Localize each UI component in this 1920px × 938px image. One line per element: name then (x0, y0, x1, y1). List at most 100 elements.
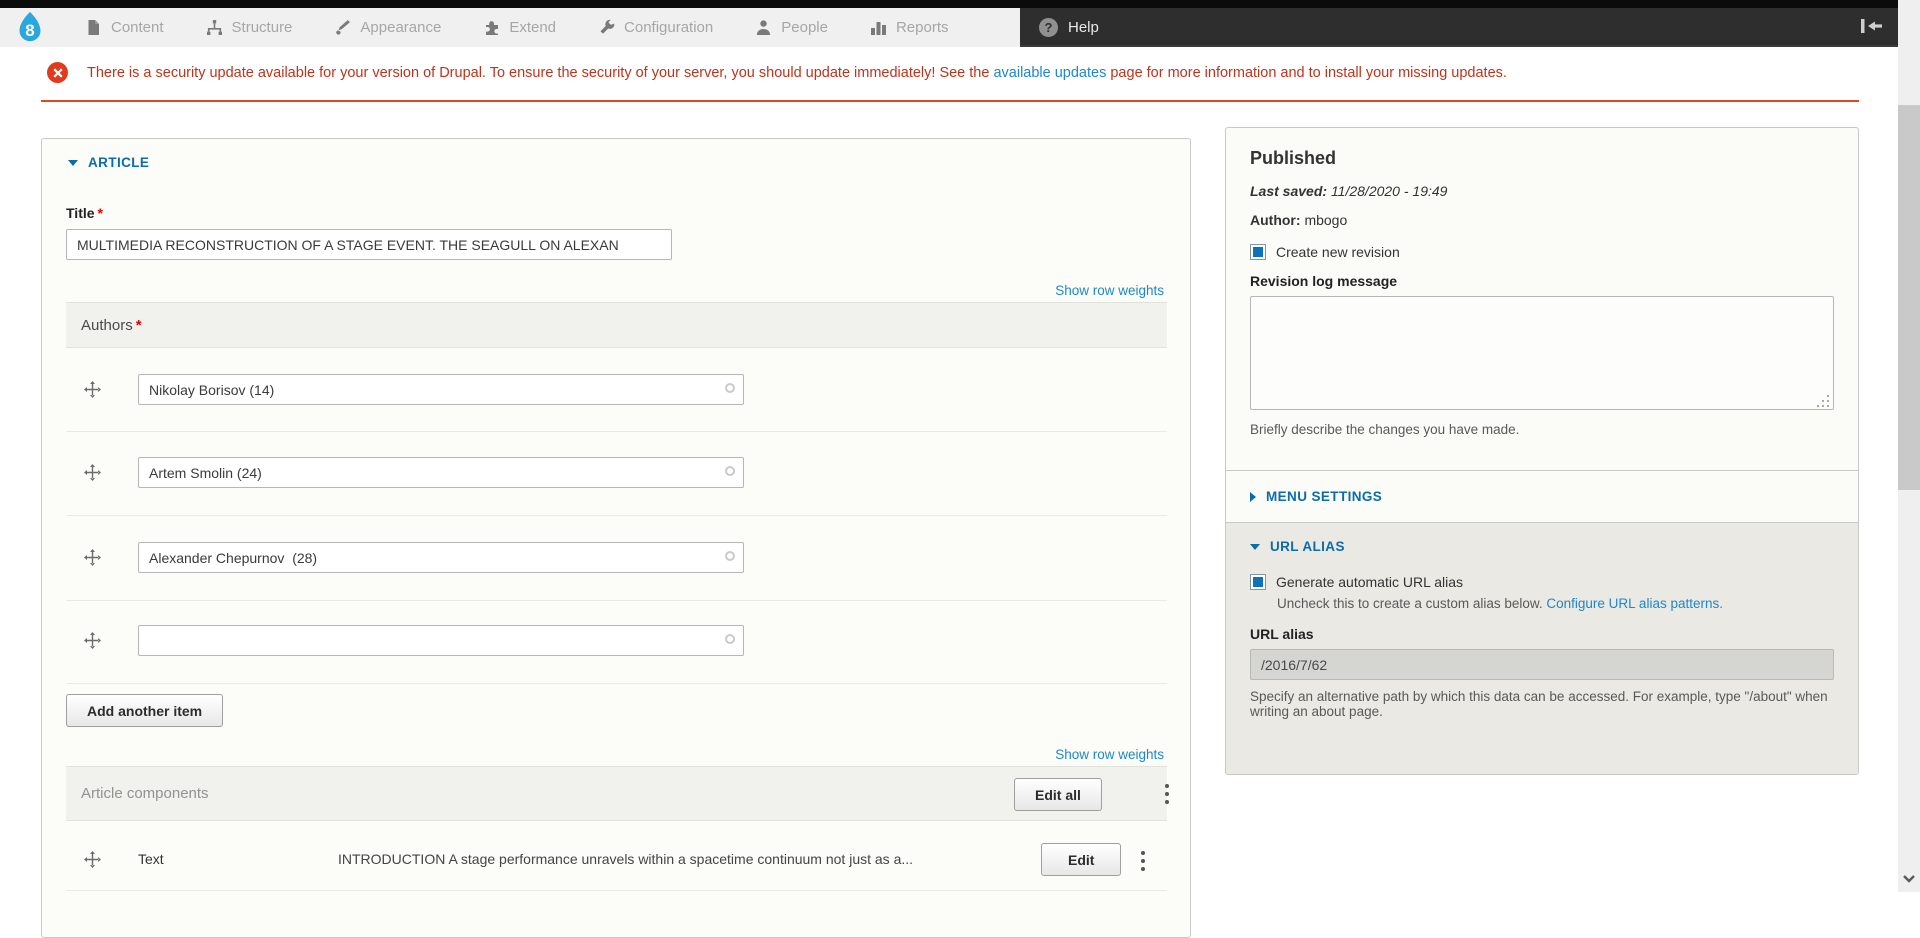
publish-status-title: Published (1250, 148, 1834, 169)
revision-log-label: Revision log message (1250, 273, 1834, 289)
required-marker: * (98, 205, 103, 221)
toolbar-item-reports[interactable]: Reports (849, 8, 970, 47)
move-cross-icon (84, 549, 101, 566)
generate-alias-help: Uncheck this to create a custom alias be… (1277, 596, 1834, 611)
url-alias-toggle[interactable]: URL ALIAS (1250, 539, 1834, 554)
toolbar-item-help[interactable]: ? Help (1020, 8, 1118, 47)
generate-alias-label: Generate automatic URL alias (1276, 574, 1463, 590)
circle-outline-icon (725, 551, 735, 561)
triangle-down-icon (68, 160, 78, 166)
drag-handle[interactable] (84, 632, 101, 649)
menu-settings-label: MENU SETTINGS (1266, 489, 1382, 504)
drupal-drop-icon: 8 (12, 10, 48, 46)
svg-text:8: 8 (25, 21, 34, 40)
triangle-right-icon (1250, 492, 1256, 502)
edit-all-button[interactable]: Edit all (1014, 778, 1102, 811)
people-person-icon (755, 19, 772, 36)
checked-checkbox-icon (1253, 247, 1263, 257)
revision-log-help: Briefly describe the changes you have ma… (1250, 422, 1834, 437)
toolbar-item-extend[interactable]: Extend (462, 8, 577, 47)
drag-handle[interactable] (84, 549, 101, 566)
structure-sitemap-icon (206, 19, 223, 36)
row-divider (66, 431, 1167, 432)
article-details-toggle[interactable]: ARTICLE (68, 155, 149, 170)
authors-table-header: Authors* (66, 302, 1167, 348)
toolbar-item-label: Help (1068, 19, 1099, 36)
article-components-label: Article components (81, 785, 209, 802)
row-divider (66, 515, 1167, 516)
highlight-divider-line (41, 100, 1859, 102)
drag-handle[interactable] (84, 381, 101, 398)
toolbar-item-label: Configuration (624, 19, 713, 36)
drag-handle[interactable] (84, 851, 101, 868)
available-updates-link[interactable]: available updates (993, 65, 1106, 81)
revision-log-textarea[interactable] (1250, 296, 1834, 410)
resize-grip-icon[interactable] (1827, 405, 1829, 407)
author-input-4-empty[interactable] (138, 625, 744, 656)
url-alias-section: URL ALIAS Generate automatic URL alias U… (1226, 522, 1858, 775)
entity-meta-sidebar: Published Last saved: 11/28/2020 - 19:49… (1225, 127, 1859, 775)
alert-text-before: There is a security update available for… (87, 65, 993, 81)
menu-settings-section[interactable]: MENU SETTINGS (1226, 470, 1858, 522)
title-input[interactable] (66, 229, 672, 260)
configure-url-alias-patterns-link[interactable]: Configure URL alias patterns. (1546, 596, 1723, 611)
circle-outline-icon (725, 383, 735, 393)
generate-alias-row: Generate automatic URL alias (1250, 574, 1834, 590)
add-another-item-button[interactable]: Add another item (66, 694, 223, 727)
scrollbar-down-button[interactable] (1902, 870, 1916, 888)
toolbar-top-strip (0, 0, 1898, 8)
drupal-logo[interactable]: 8 (12, 10, 48, 46)
author-input-2[interactable] (138, 457, 744, 488)
toolbar-item-label: Reports (896, 19, 949, 36)
vertical-dots-icon (1141, 851, 1145, 855)
checked-checkbox-icon (1253, 577, 1263, 587)
security-alert-message: There is a security update available for… (0, 49, 1898, 96)
alert-text: There is a security update available for… (87, 65, 1507, 81)
author-input-3[interactable] (138, 542, 744, 573)
triangle-down-icon (1250, 544, 1260, 550)
row-divider (66, 600, 1167, 601)
content-document-icon (85, 19, 102, 36)
toolbar-item-label: Content (111, 19, 164, 36)
row-divider (66, 683, 1167, 684)
toolbar-item-label: Structure (232, 19, 293, 36)
alert-text-after: page for more information and to install… (1106, 65, 1507, 81)
alias-field-label: URL alias (1250, 626, 1834, 642)
edit-button[interactable]: Edit (1041, 843, 1121, 876)
configuration-wrench-icon (598, 19, 615, 36)
toolbar-manage-tray: 8 Content Structure Appearance (0, 8, 1020, 47)
menu-settings-toggle[interactable]: MENU SETTINGS (1250, 489, 1382, 504)
circle-outline-icon (725, 634, 735, 644)
components-menu-button[interactable] (1161, 780, 1173, 808)
alias-help-text: Specify an alternative path by which thi… (1250, 689, 1834, 719)
create-revision-checkbox[interactable] (1250, 244, 1266, 260)
component-row-menu-button[interactable] (1137, 847, 1149, 875)
article-components-header: Article components Edit all (66, 766, 1167, 821)
author-input-1[interactable] (138, 374, 744, 405)
toolbar-item-configuration[interactable]: Configuration (577, 8, 734, 47)
toolbar-collapse-button[interactable] (1860, 18, 1884, 34)
drag-handle[interactable] (84, 464, 101, 481)
create-revision-label: Create new revision (1276, 244, 1400, 260)
toolbar-item-people[interactable]: People (734, 8, 849, 47)
chevron-down-icon (1902, 874, 1916, 883)
vertical-scrollbar-track[interactable] (1898, 0, 1920, 892)
generate-alias-checkbox[interactable] (1250, 574, 1266, 590)
collapse-left-icon (1860, 18, 1884, 34)
show-row-weights-link-authors[interactable]: Show row weights (1055, 283, 1164, 298)
scrollbar-thumb[interactable] (1898, 105, 1920, 490)
appearance-brush-icon (334, 19, 351, 36)
toolbar-item-structure[interactable]: Structure (185, 8, 314, 47)
toolbar-item-label: Appearance (360, 19, 441, 36)
move-cross-icon (84, 381, 101, 398)
show-row-weights-link-components[interactable]: Show row weights (1055, 747, 1164, 762)
toolbar-item-appearance[interactable]: Appearance (313, 8, 462, 47)
authors-label: Authors* (81, 317, 142, 334)
published-section: Published Last saved: 11/28/2020 - 19:49… (1226, 128, 1858, 470)
component-type-label: Text (138, 844, 164, 874)
extend-puzzle-icon (483, 19, 500, 36)
toolbar-item-content[interactable]: Content (64, 8, 185, 47)
row-divider (66, 890, 1167, 891)
circle-outline-icon (725, 466, 735, 476)
toolbar-item-label: Extend (509, 19, 556, 36)
